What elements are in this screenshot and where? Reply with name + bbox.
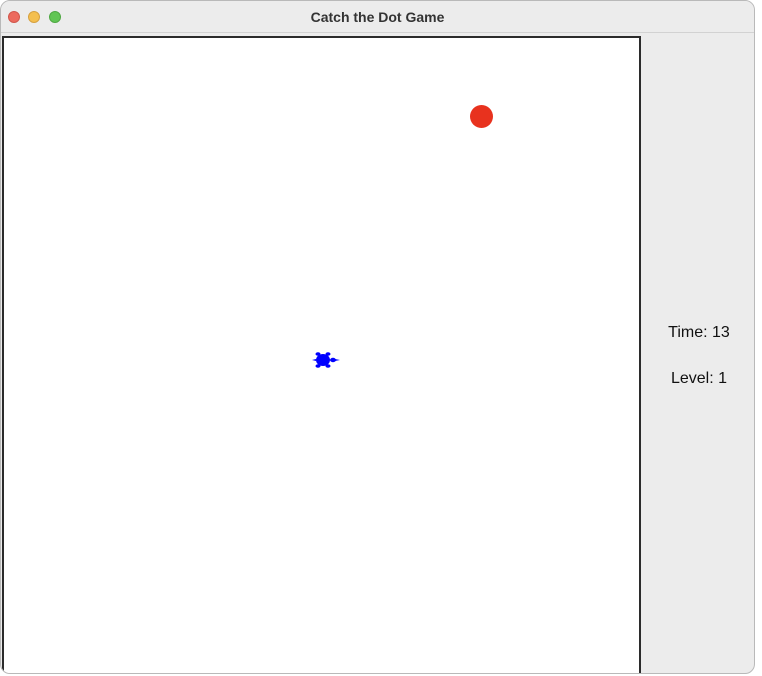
- level-label: Level: 1: [670, 370, 728, 387]
- game-window: Catch the Dot Game Time: 13 Level: 1: [0, 0, 755, 674]
- game-canvas[interactable]: [2, 36, 641, 673]
- title-bar: Catch the Dot Game: [1, 1, 754, 33]
- info-panel: Time: 13 Level: 1: [642, 34, 754, 673]
- target-dot[interactable]: [470, 105, 493, 128]
- turtle-icon[interactable]: [310, 350, 340, 370]
- window-title: Catch the Dot Game: [310, 9, 445, 25]
- time-label: Time: 13: [668, 324, 730, 341]
